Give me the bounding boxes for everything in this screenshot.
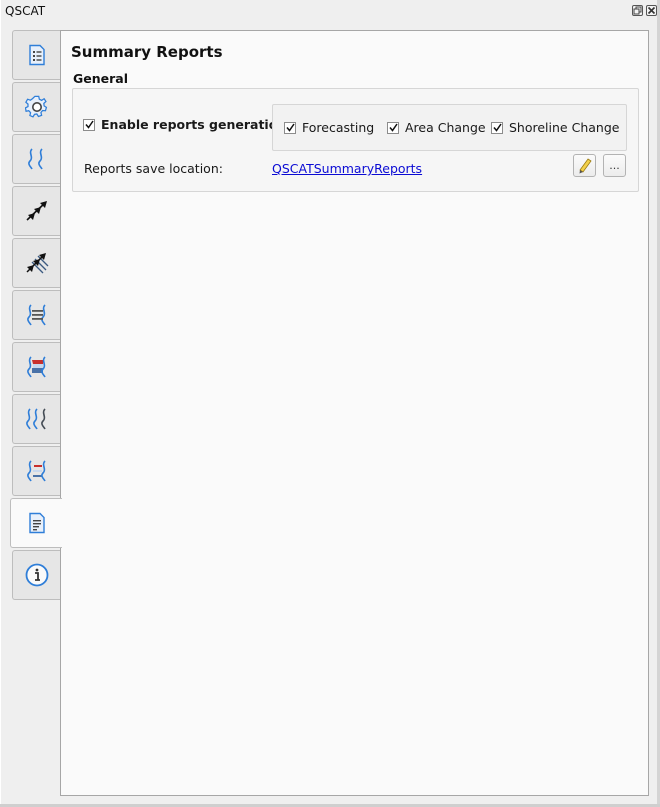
save-location-label: Reports save location: bbox=[84, 161, 223, 176]
forecasting-label: Forecasting bbox=[302, 120, 375, 135]
summary-reports-panel: Summary Reports General Enable reports g… bbox=[60, 30, 649, 796]
forecasting-checkbox[interactable]: Forecasting bbox=[284, 120, 374, 135]
shoreline-pair-icon bbox=[27, 148, 43, 170]
float-button[interactable] bbox=[632, 5, 643, 16]
checkbox-box[interactable] bbox=[491, 121, 503, 134]
tab-area-change[interactable] bbox=[12, 342, 60, 392]
shoreline-colored-icon bbox=[26, 460, 46, 482]
checkmark-icon bbox=[388, 123, 398, 132]
checkbox-box[interactable] bbox=[284, 121, 296, 134]
close-button[interactable] bbox=[646, 5, 657, 16]
tab-general-settings[interactable] bbox=[12, 82, 60, 132]
arrows-icon bbox=[25, 201, 47, 221]
general-groupbox: Enable reports generation Forecasting Ar… bbox=[72, 88, 639, 192]
checkbox-box[interactable] bbox=[387, 121, 399, 134]
tab-visualization[interactable] bbox=[12, 446, 60, 496]
window-title: QSCAT bbox=[5, 4, 46, 18]
enable-reports-checkbox[interactable]: Enable reports generation bbox=[83, 117, 286, 132]
tab-project-settings[interactable] bbox=[12, 30, 60, 80]
tab-shoreline-change[interactable] bbox=[12, 290, 60, 340]
multi-arrows-icon bbox=[25, 253, 48, 274]
edit-location-button[interactable] bbox=[573, 154, 596, 177]
float-icon bbox=[633, 6, 642, 15]
checkmark-icon bbox=[84, 120, 94, 129]
area-change-label: Area Change bbox=[405, 120, 486, 135]
checkbox-box[interactable] bbox=[83, 118, 95, 131]
area-change-checkbox[interactable]: Area Change bbox=[387, 120, 486, 135]
browse-location-button[interactable]: ... bbox=[603, 154, 626, 177]
gear-icon bbox=[24, 95, 47, 118]
tab-transects[interactable] bbox=[12, 186, 60, 236]
page-title: Summary Reports bbox=[71, 43, 223, 61]
tab-transects-multi[interactable] bbox=[12, 238, 60, 288]
pencil-icon bbox=[578, 157, 592, 173]
checkmark-icon bbox=[492, 123, 502, 132]
checkmark-icon bbox=[285, 123, 295, 132]
title-bar: QSCAT bbox=[0, 0, 657, 22]
triple-shoreline-icon bbox=[25, 408, 46, 430]
shoreline-change-icon bbox=[26, 304, 46, 326]
list-document-icon bbox=[28, 44, 45, 66]
tab-forecasting[interactable] bbox=[12, 394, 60, 444]
shoreline-change-label: Shoreline Change bbox=[509, 120, 620, 135]
group-title: General bbox=[73, 71, 128, 86]
info-icon bbox=[25, 563, 48, 587]
tab-baseline[interactable] bbox=[12, 134, 60, 184]
tab-about[interactable] bbox=[12, 550, 60, 600]
enable-reports-label: Enable reports generation bbox=[101, 117, 287, 132]
tab-summary-reports[interactable] bbox=[10, 498, 62, 548]
save-location-link[interactable]: QSCATSummaryReports bbox=[272, 161, 422, 176]
close-icon bbox=[647, 6, 656, 15]
report-icon bbox=[28, 512, 45, 534]
report-types-group: Forecasting Area Change Shoreline Change bbox=[272, 104, 627, 151]
shoreline-change-checkbox[interactable]: Shoreline Change bbox=[491, 120, 619, 135]
area-change-icon bbox=[26, 356, 46, 378]
